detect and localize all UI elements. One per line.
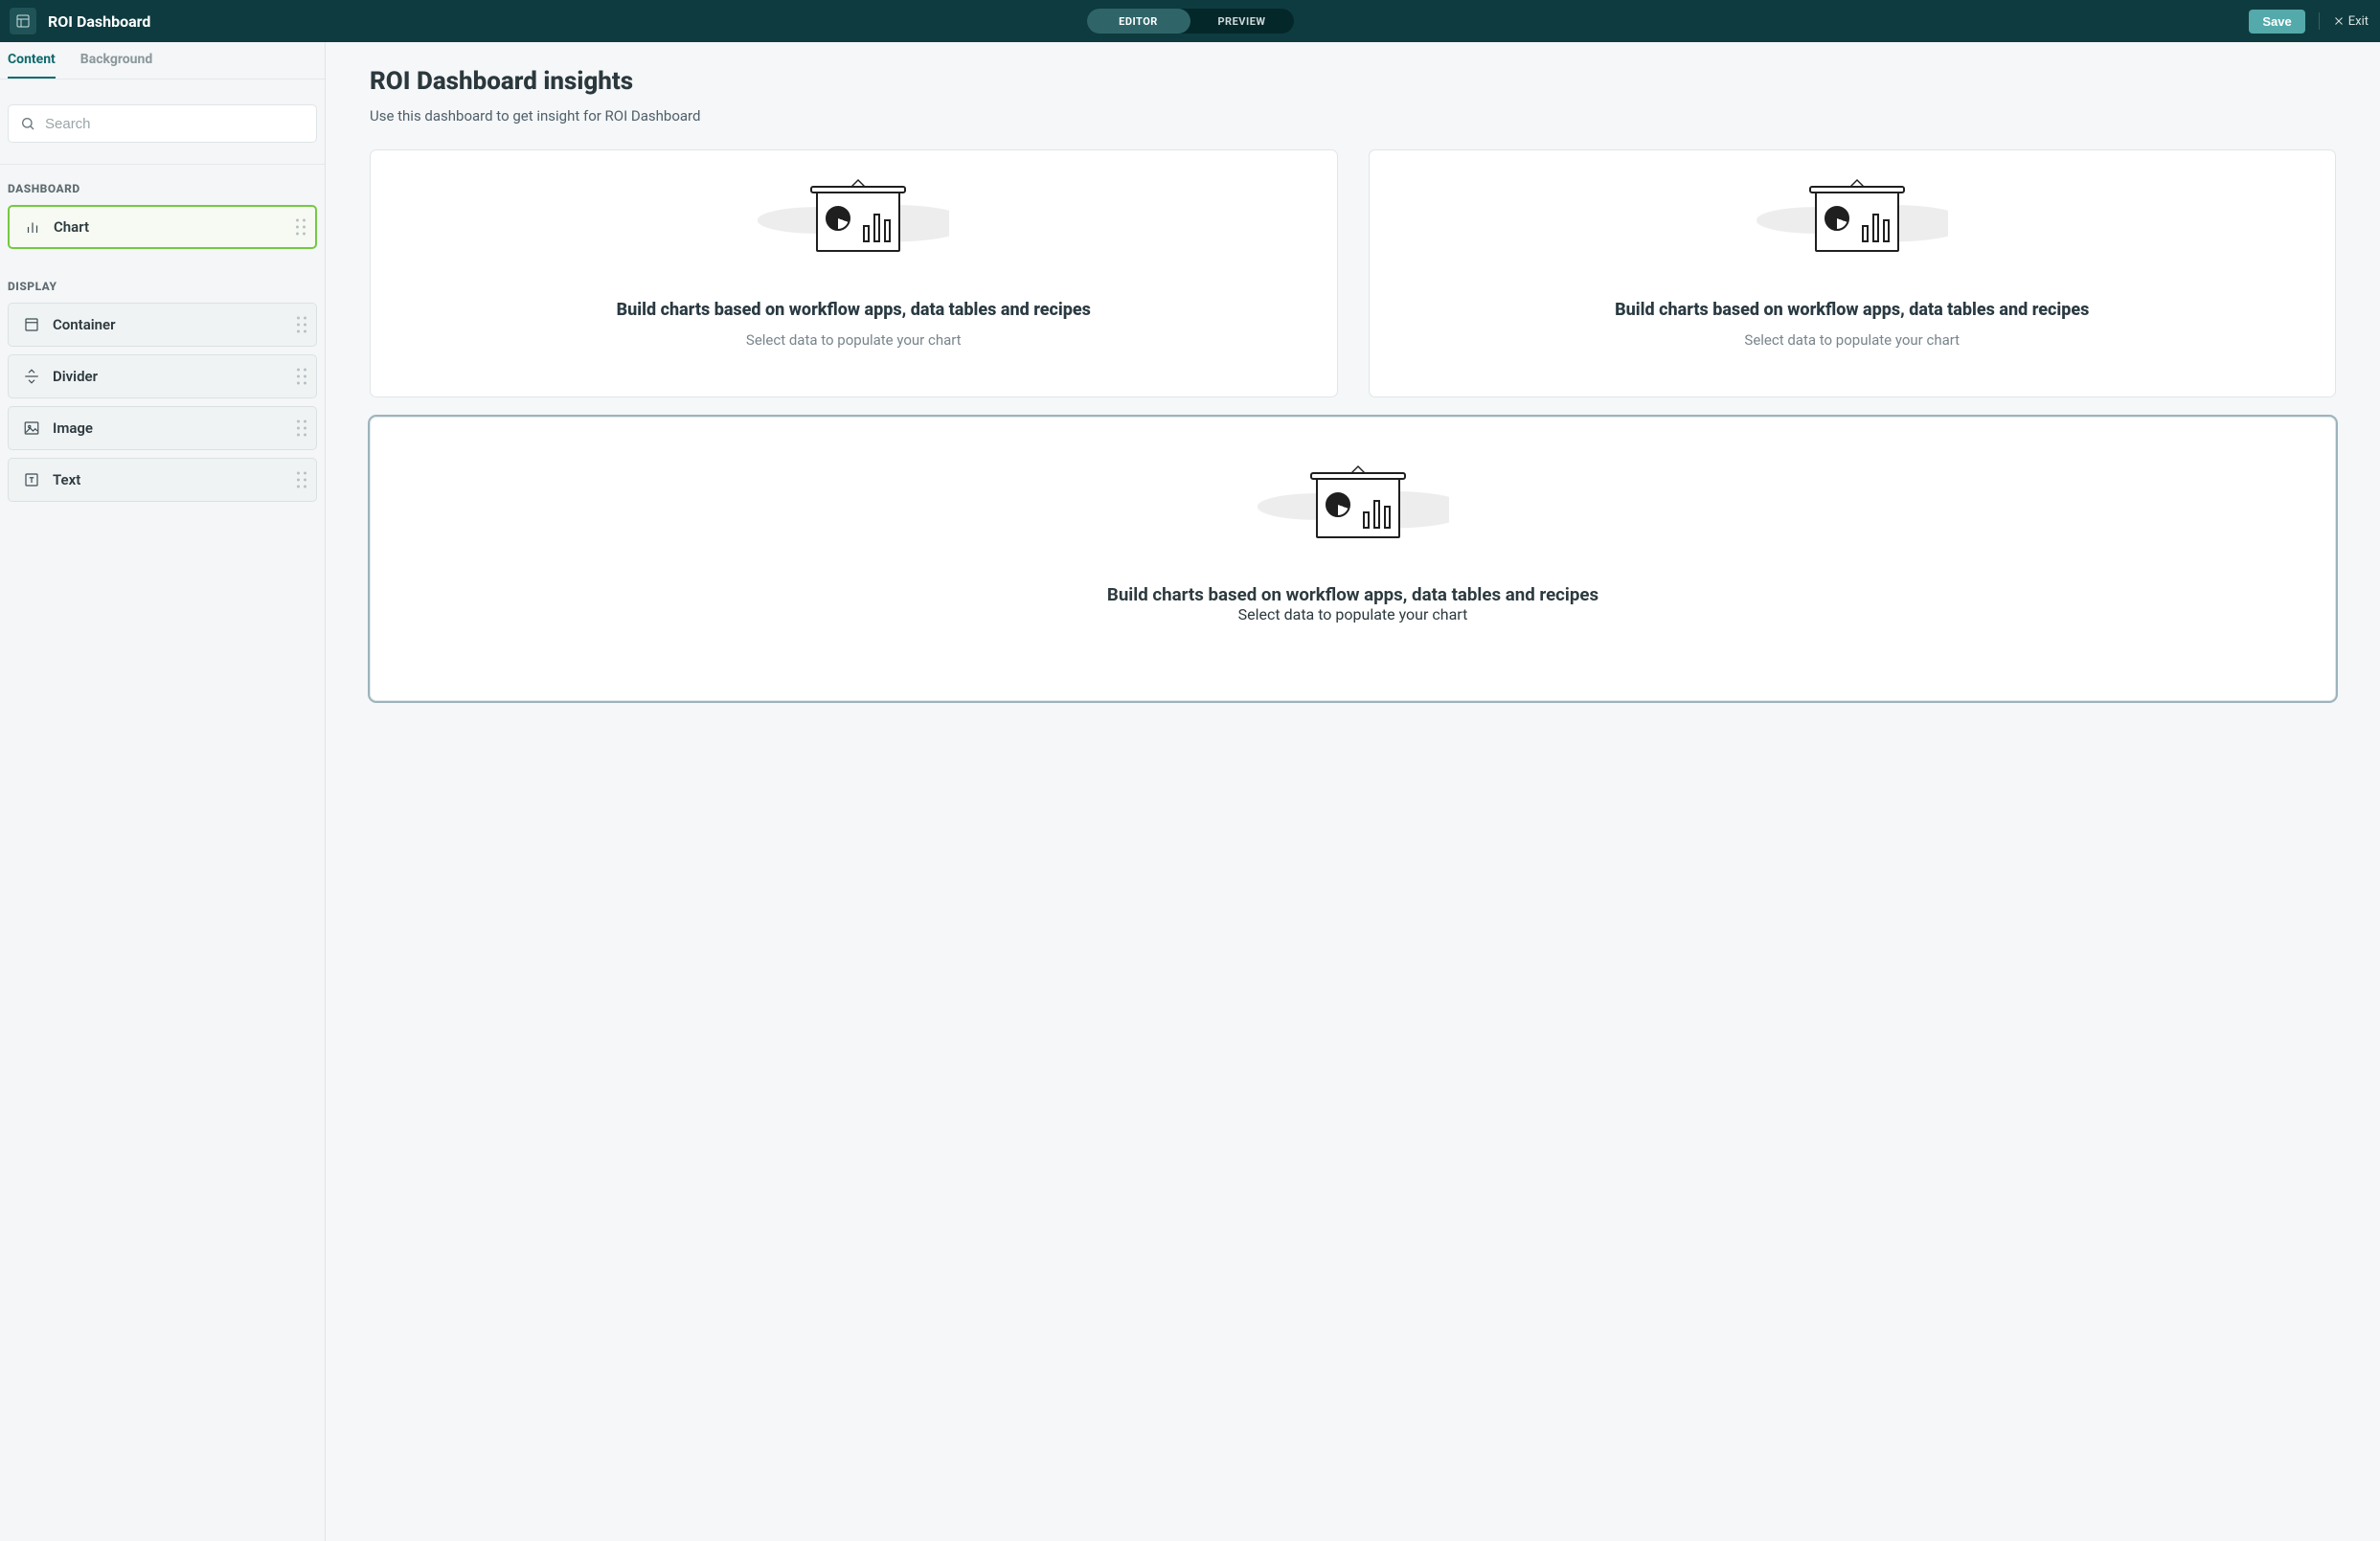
topbar-left: ROI Dashboard: [10, 8, 150, 34]
card-subtitle: Select data to populate your chart: [405, 605, 2301, 623]
block-image-label: Image: [53, 419, 93, 437]
divider-icon: [22, 367, 41, 386]
text-icon: [22, 470, 41, 489]
chart-placeholder-card[interactable]: Build charts based on workflow apps, dat…: [370, 149, 1338, 397]
chart-placeholder-illustration: [1709, 189, 1996, 252]
block-chart-label: Chart: [54, 218, 89, 236]
app-logo-icon[interactable]: [10, 8, 36, 34]
sidebar: Content Background DASHBOARD Chart DISPL…: [0, 42, 326, 1541]
drag-handle-icon[interactable]: [297, 420, 306, 437]
card-title: Build charts based on workflow apps, dat…: [1404, 298, 2301, 322]
drag-handle-icon[interactable]: [297, 317, 306, 333]
chart-placeholder-card[interactable]: Build charts based on workflow apps, dat…: [1369, 149, 2337, 397]
block-chart[interactable]: Chart: [8, 205, 317, 249]
divider: [2319, 12, 2320, 30]
image-icon: [22, 419, 41, 438]
block-image[interactable]: Image: [8, 406, 317, 450]
drag-handle-icon[interactable]: [297, 472, 306, 488]
mode-preview[interactable]: PREVIEW: [1190, 9, 1294, 34]
bar-chart-icon: [23, 217, 42, 237]
chart-placeholder-illustration: [1210, 475, 1497, 538]
search-input[interactable]: [45, 116, 305, 132]
block-container-label: Container: [53, 316, 116, 333]
block-container[interactable]: Container: [8, 303, 317, 347]
drag-handle-icon[interactable]: [296, 219, 306, 236]
page-title: ROI Dashboard insights: [370, 67, 2336, 96]
container-icon: [22, 315, 41, 334]
block-divider[interactable]: Divider: [8, 354, 317, 398]
tab-content[interactable]: Content: [8, 42, 56, 79]
topbar: ROI Dashboard EDITOR PREVIEW Save Exit: [0, 0, 2380, 42]
save-button[interactable]: Save: [2249, 10, 2304, 34]
block-divider-label: Divider: [53, 368, 98, 385]
exit-label: Exit: [2348, 14, 2369, 29]
card-subtitle: Select data to populate your chart: [405, 331, 1303, 349]
search-box[interactable]: [8, 104, 317, 143]
close-icon: [2333, 15, 2345, 27]
chart-placeholder-illustration: [710, 189, 997, 252]
exit-button[interactable]: Exit: [2333, 14, 2369, 29]
search-icon: [20, 116, 35, 131]
mode-switch: EDITOR PREVIEW: [1087, 9, 1294, 34]
card-subtitle: Select data to populate your chart: [1404, 331, 2301, 349]
card-title: Build charts based on workflow apps, dat…: [405, 298, 1303, 322]
section-display: DISPLAY: [0, 262, 325, 303]
canvas: ROI Dashboard insights Use this dashboar…: [326, 42, 2380, 1541]
block-text[interactable]: Text: [8, 458, 317, 502]
block-text-label: Text: [53, 471, 80, 488]
section-dashboard: DASHBOARD: [0, 165, 325, 205]
chart-placeholder-card-selected[interactable]: Build charts based on workflow apps, dat…: [370, 417, 2336, 701]
page-subtitle: Use this dashboard to get insight for RO…: [370, 107, 2336, 125]
tab-background[interactable]: Background: [80, 42, 152, 79]
drag-handle-icon[interactable]: [297, 369, 306, 385]
mode-editor[interactable]: EDITOR: [1087, 9, 1190, 34]
card-title: Build charts based on workflow apps, dat…: [405, 584, 2301, 605]
sidebar-tabs: Content Background: [0, 42, 325, 79]
app-title: ROI Dashboard: [48, 12, 150, 31]
topbar-right: Save Exit: [2249, 10, 2369, 34]
